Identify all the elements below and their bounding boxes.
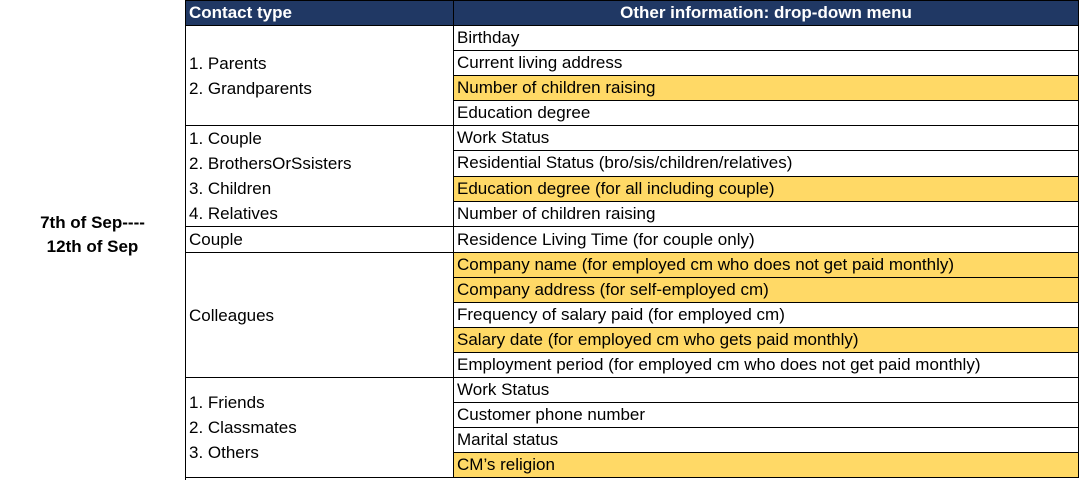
dropdown-option-cell: Education degree bbox=[453, 100, 1079, 126]
dropdown-option-cell: Number of children raising bbox=[453, 200, 1079, 228]
dropdown-option-cell: Marital status bbox=[453, 427, 1079, 453]
header-other-info: Other information: drop-down menu bbox=[453, 0, 1079, 26]
dropdown-option-cell: Current living address bbox=[453, 50, 1079, 76]
dropdown-option-cell: Number of children raising bbox=[453, 75, 1079, 101]
table-body: 1. Parents 2. Grandparents Birthday Current… bbox=[185, 25, 1079, 478]
dropdown-option-cell: Employment period (for employed cm who d… bbox=[453, 352, 1079, 378]
dropdown-option-cell: Frequency of salary paid (for employed c… bbox=[453, 302, 1079, 328]
dropdown-option-cell: Salary date (for employed cm who gets pa… bbox=[453, 327, 1079, 353]
contact-type-item: 3. Children bbox=[189, 179, 272, 198]
contact-type-cell: Colleagues bbox=[185, 252, 454, 378]
contact-info-table: Contact type Other information: drop-dow… bbox=[185, 0, 1079, 478]
dropdown-option-cell: Company name (for employed cm who does n… bbox=[453, 252, 1079, 278]
contact-type-cell: 1. Friends 2. Classmates 3. Others bbox=[185, 377, 454, 478]
header-contact-type: Contact type bbox=[185, 0, 454, 26]
contact-type-item: 2. BrothersOrSsisters bbox=[189, 154, 352, 173]
period-label: 7th of Sep---- 12th of Sep bbox=[40, 211, 145, 269]
dropdown-option-cell: Work Status bbox=[453, 124, 1079, 152]
contact-type-item: 1. Couple bbox=[189, 129, 262, 148]
dropdown-option-cell: CM’s religion bbox=[453, 452, 1079, 478]
dropdown-option-cell: Education degree (for all including coup… bbox=[453, 175, 1079, 202]
contact-type-item: 4. Relatives bbox=[189, 204, 278, 223]
contact-type-item: Couple bbox=[189, 230, 243, 249]
contact-type-cell: 1. Parents 2. Grandparents bbox=[185, 25, 454, 126]
table-row: 1. Parents 2. Grandparents Birthday bbox=[185, 25, 1079, 126]
header-row: Contact type Other information: drop-dow… bbox=[185, 0, 1079, 26]
dropdown-option-cell: Customer phone number bbox=[453, 402, 1079, 428]
contact-type-cell: 1. Couple 2. BrothersOrSsisters 3. Childre… bbox=[185, 125, 454, 227]
contact-type-item: 1. Parents bbox=[189, 53, 267, 73]
table-row: Couple Residence Living Time (for couple … bbox=[185, 226, 1079, 253]
period-end: 12th of Sep bbox=[46, 237, 139, 256]
contact-type-item: 1. Friends bbox=[189, 393, 265, 412]
contact-info-sheet: 7th of Sep---- 12th of Sep Contact type … bbox=[0, 0, 1080, 480]
contact-type-item: 3. Others bbox=[189, 443, 259, 462]
contact-type-cell: Couple bbox=[185, 226, 454, 253]
table-row: 1. Couple 2. BrothersOrSsisters 3. Childre… bbox=[185, 124, 1079, 227]
dropdown-option-cell: Work Status bbox=[453, 377, 1079, 403]
period-cell: 7th of Sep---- 12th of Sep bbox=[0, 0, 186, 480]
contact-type-item: 2. Grandparents bbox=[189, 78, 312, 98]
dropdown-option-cell: Residential Status (bro/sis/children/rel… bbox=[453, 150, 1079, 177]
table-row: Colleagues Company name (for employed cm … bbox=[185, 252, 1079, 378]
period-start: 7th of Sep---- bbox=[40, 213, 145, 232]
contact-type-item: 2. Classmates bbox=[189, 418, 297, 437]
contact-type-item: Colleagues bbox=[189, 305, 275, 325]
table-row: 1. Friends 2. Classmates 3. Others Work Sta… bbox=[185, 377, 1079, 478]
dropdown-option-cell: Residence Living Time (for couple only) bbox=[453, 226, 1079, 253]
dropdown-option-cell: Company address (for self-employed cm) bbox=[453, 277, 1079, 303]
dropdown-option-cell: Birthday bbox=[453, 25, 1079, 51]
